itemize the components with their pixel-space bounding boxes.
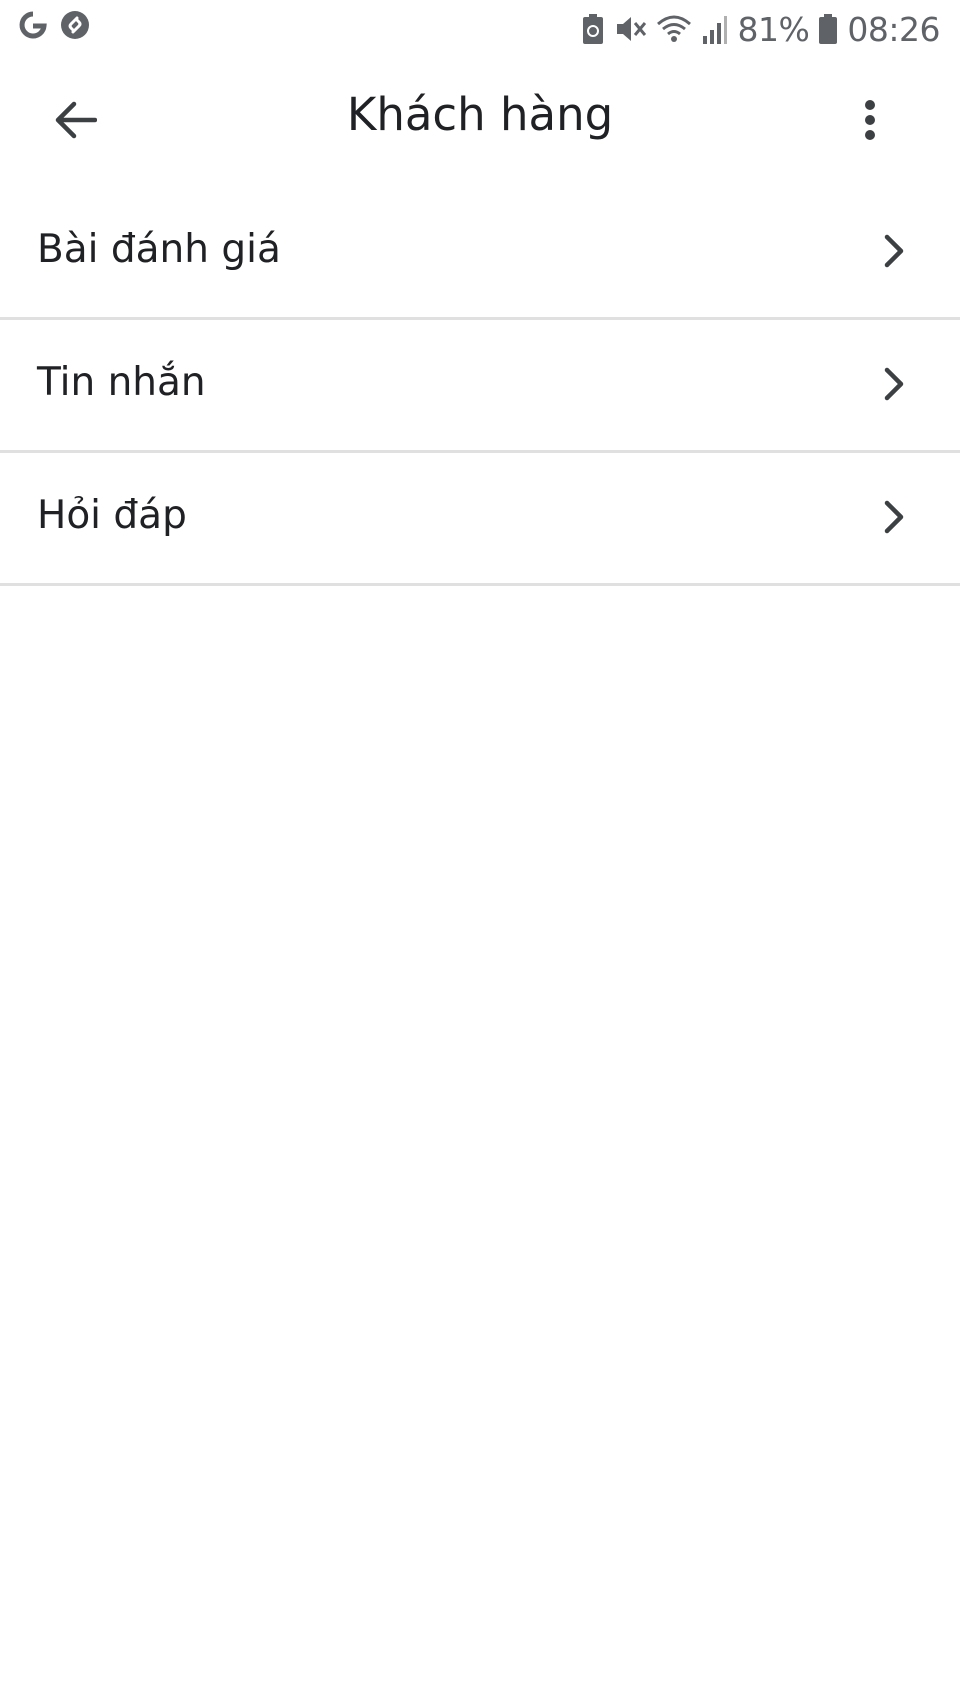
battery-saver-icon [582, 14, 604, 44]
menu-item-reviews[interactable]: Bài đánh giá [0, 187, 960, 320]
google-g-icon [18, 10, 48, 40]
chevron-right-icon [876, 497, 912, 537]
menu-item-label: Hỏi đáp [37, 493, 187, 538]
menu-item-label: Tin nhắn [37, 360, 206, 405]
menu-item-qa[interactable]: Hỏi đáp [0, 453, 960, 586]
page-title: Khách hàng [346, 88, 614, 141]
battery-percent: 81% [737, 9, 810, 49]
menu-item-messages[interactable]: Tin nhắn [0, 320, 960, 453]
back-button[interactable] [44, 90, 108, 154]
vibrate-mute-icon [614, 14, 646, 44]
more-options-button[interactable] [838, 90, 902, 154]
wifi-icon [656, 14, 692, 44]
battery-icon [819, 14, 838, 44]
chevron-right-icon [876, 364, 912, 404]
status-time: 08:26 [847, 9, 940, 49]
menu-item-label: Bài đánh giá [37, 227, 281, 272]
shazam-icon [60, 10, 90, 40]
status-bar: 81% 08:26 [0, 0, 960, 58]
app-bar: Khách hàng [0, 58, 960, 188]
more-vert-icon [864, 99, 876, 145]
menu-list: Bài đánh giá Tin nhắn Hỏi đáp [0, 187, 960, 586]
chevron-right-icon [876, 231, 912, 271]
signal-icon [702, 14, 728, 44]
arrow-back-icon [55, 101, 98, 144]
